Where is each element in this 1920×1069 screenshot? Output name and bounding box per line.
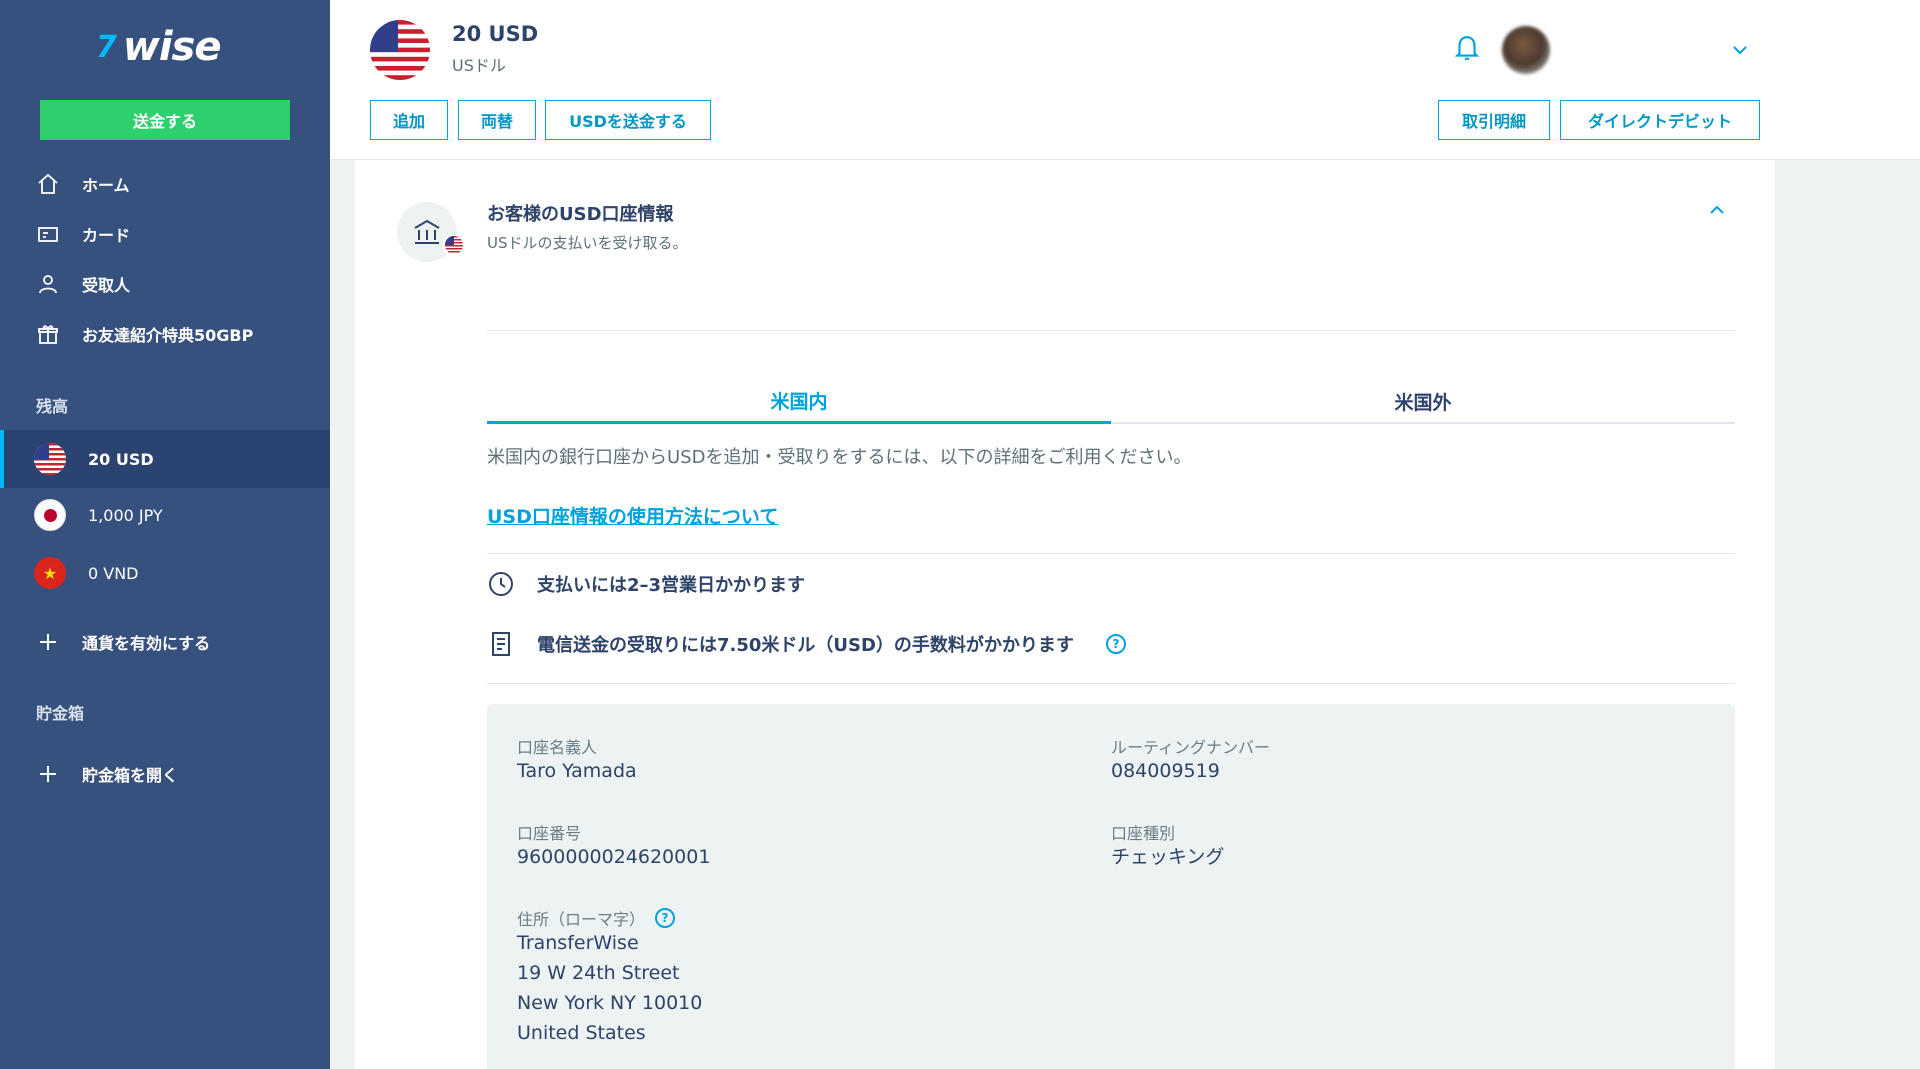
wise-logo[interactable]: 7 wise [96, 24, 222, 70]
tab-international[interactable]: 米国外 [1111, 380, 1735, 424]
balances-heading: 残高 [36, 397, 69, 416]
address-line-2[interactable]: 19 W 24th Street [517, 958, 679, 988]
wise-flag-icon: 7 [96, 29, 117, 65]
home-icon [38, 173, 58, 194]
us-flag-icon [443, 234, 465, 256]
account-type-label: 口座種別 [1111, 824, 1176, 843]
address-line-3[interactable]: New York NY 10010 [517, 988, 702, 1018]
open-jar-label: 貯金箱を開く [82, 766, 179, 785]
card-icon [38, 227, 58, 242]
send-money-button[interactable]: 送金する [40, 100, 290, 140]
routing-label: ルーティングナンバー [1111, 738, 1271, 757]
add-button[interactable]: 追加 [370, 100, 448, 140]
address-label-row: 住所（ローマ字） ? [517, 906, 676, 930]
balance-item-jpy[interactable]: 1,000 JPY [0, 486, 330, 544]
balance-label: 1,000 JPY [88, 505, 163, 525]
balance-label: 20 USD [88, 449, 154, 469]
account-details-card: お客様のUSD口座情報 USドルの支払いを受け取る。 米国内 米国外 米国内の銀… [355, 160, 1775, 1069]
open-jar-button[interactable]: 貯金箱を開く [36, 758, 178, 790]
account-details-title: お客様のUSD口座情報 [487, 204, 674, 225]
sidebar-item-label: お友達紹介特典50GBP [82, 326, 254, 345]
convert-button[interactable]: 両替 [458, 100, 536, 140]
jp-flag-icon [34, 499, 66, 531]
us-flag-icon [370, 20, 430, 80]
sidebar-item-referral[interactable]: お友達紹介特典50GBP [36, 318, 253, 350]
how-to-use-link[interactable]: USD口座情報の使用方法について [487, 502, 778, 529]
sidebar: 7 wise 送金する ホーム カード 受取人 お友達紹介特典50GBP 残高 … [0, 0, 330, 1069]
processing-time-info: 支払いには2–3営業日かかります [487, 570, 805, 598]
direct-debit-button[interactable]: ダイレクトデビット [1560, 100, 1760, 140]
address-line-4[interactable]: United States [517, 1018, 646, 1048]
gift-icon [38, 325, 58, 344]
sidebar-item-label: カード [82, 226, 131, 245]
wise-wordmark: wise [122, 24, 222, 70]
holder-value[interactable]: Taro Yamada [517, 756, 637, 786]
help-icon[interactable]: ? [1105, 634, 1126, 654]
fee-text: 電信送金の受取りには7.50米ドル（USD）の手数料がかかります [537, 635, 1074, 656]
statements-button[interactable]: 取引明細 [1438, 100, 1550, 140]
address-line-1[interactable]: TransferWise [517, 928, 639, 958]
send-usd-button[interactable]: USDを送金する [545, 100, 711, 140]
activate-currency-label: 通貨を有効にする [82, 634, 211, 653]
activate-currency-button[interactable]: 通貨を有効にする [36, 626, 210, 658]
sidebar-item-recipients[interactable]: 受取人 [36, 268, 130, 300]
plus-icon [40, 766, 56, 782]
account-number-value[interactable]: 9600000024620001 [517, 842, 710, 872]
vn-flag-icon: ★ [34, 557, 66, 589]
sidebar-item-card[interactable]: カード [36, 218, 130, 250]
us-flag-icon [34, 443, 66, 475]
account-description: 米国内の銀行口座からUSDを追加・受取りをするには、以下の詳細をご利用ください。 [487, 447, 1192, 468]
bank-details-panel: 口座名義人 Taro Yamada ルーティングナンバー 084009519 口… [487, 704, 1735, 1069]
balance-header: 20 USD USドル 追加 両替 USDを送金する 取引明細 ダイレクトデビッ… [330, 0, 1920, 160]
balance-item-usd[interactable]: 20 USD [0, 430, 330, 488]
jars-heading: 貯金箱 [36, 704, 85, 723]
balance-currency-name: USドル [452, 56, 506, 75]
fee-info: 電信送金の受取りには7.50米ドル（USD）の手数料がかかります ? [487, 630, 1126, 658]
account-number-label: 口座番号 [517, 824, 582, 843]
routing-value[interactable]: 084009519 [1111, 756, 1220, 786]
clock-icon [489, 572, 513, 596]
balance-title: 20 USD [452, 22, 539, 46]
sidebar-item-label: 受取人 [82, 276, 131, 295]
receipt-icon [492, 632, 510, 656]
divider [487, 553, 1735, 554]
sidebar-item-home[interactable]: ホーム [36, 168, 130, 200]
person-icon [39, 275, 57, 294]
account-details-subtitle: USドルの支払いを受け取る。 [487, 234, 688, 252]
bell-icon[interactable] [1454, 34, 1480, 62]
account-type-value[interactable]: チェッキング [1111, 842, 1224, 872]
address-label: 住所（ローマ字） [517, 910, 646, 929]
processing-time-text: 支払いには2–3営業日かかります [537, 575, 806, 596]
sidebar-item-label: ホーム [82, 176, 130, 195]
bank-icon [414, 219, 440, 244]
tab-domestic[interactable]: 米国内 [487, 380, 1111, 424]
divider [487, 683, 1735, 684]
balance-item-vnd[interactable]: ★ 0 VND [0, 544, 330, 602]
holder-label: 口座名義人 [517, 738, 598, 757]
balance-label: 0 VND [88, 563, 139, 583]
chevron-down-icon[interactable] [1730, 40, 1750, 60]
divider [487, 330, 1735, 331]
help-icon[interactable]: ? [655, 908, 676, 928]
plus-icon [40, 634, 56, 650]
chevron-up-icon[interactable] [1707, 200, 1727, 220]
avatar[interactable] [1502, 26, 1550, 74]
